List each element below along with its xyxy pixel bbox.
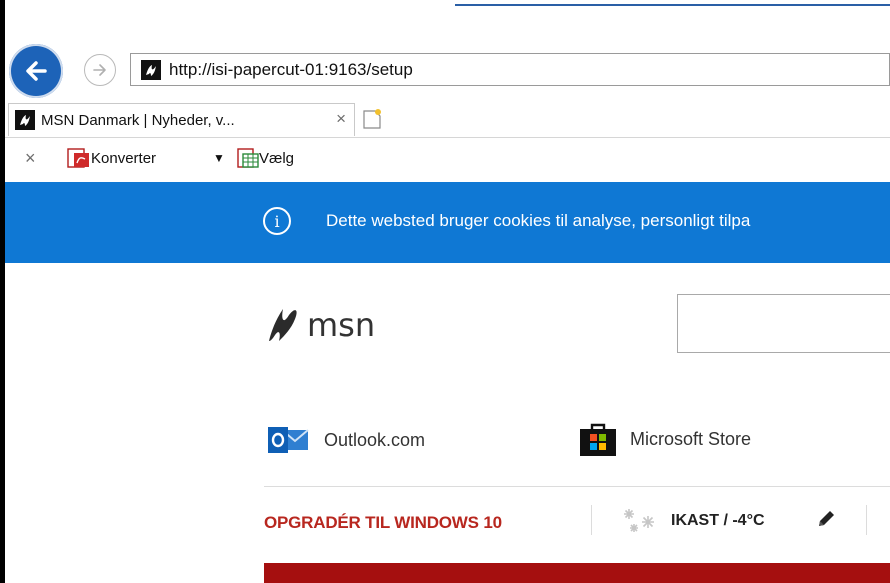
select-grid-icon — [237, 148, 259, 168]
forward-button[interactable] — [84, 54, 116, 86]
msn-logo-text: msn — [307, 306, 376, 344]
separator — [591, 505, 592, 535]
msn-favicon-icon — [15, 110, 35, 130]
info-icon: i — [263, 207, 291, 235]
tab-strip: MSN Danmark | Nyheder, v... × — [5, 101, 890, 138]
microsoft-store-link-label: Microsoft Store — [630, 428, 752, 449]
separator — [866, 505, 867, 535]
top-accent-line — [455, 4, 890, 6]
stop-icon[interactable]: × — [25, 148, 36, 169]
tab-title: MSN Danmark | Nyheder, v... — [41, 111, 235, 129]
edit-pencil-icon[interactable] — [815, 508, 837, 530]
outlook-link[interactable]: Outlook.com — [268, 424, 425, 456]
convert-label: Konverter — [91, 149, 157, 167]
tab-msn[interactable]: MSN Danmark | Nyheder, v... × — [8, 103, 355, 136]
msn-logo[interactable]: msn — [265, 305, 375, 345]
msn-butterfly-icon — [269, 309, 297, 341]
arrow-right-icon — [93, 64, 106, 76]
navigation-bar: http://isi-papercut-01:9163/setup — [5, 44, 890, 98]
arrow-left-icon — [26, 61, 47, 81]
select-label: Vælg — [259, 149, 295, 167]
tab-close-icon[interactable]: × — [336, 109, 346, 129]
outlook-link-label: Outlook.com — [324, 429, 426, 450]
select-button[interactable]: Vælg — [237, 147, 294, 169]
upgrade-windows-link[interactable]: OPGRADÉR TIL WINDOWS 10 — [264, 513, 502, 533]
promo-banner[interactable] — [264, 563, 890, 583]
outlook-icon — [268, 427, 309, 453]
microsoft-store-icon — [580, 423, 616, 456]
command-bar: × Konverter ▼ Vælg — [5, 139, 890, 182]
back-button[interactable] — [9, 44, 63, 98]
microsoft-store-link[interactable]: Microsoft Store — [578, 421, 751, 457]
cookie-banner-text: Dette websted bruger cookies til analyse… — [326, 211, 751, 230]
convert-dropdown-icon[interactable]: ▼ — [213, 151, 225, 165]
address-bar[interactable]: http://isi-papercut-01:9163/setup — [130, 53, 890, 86]
cookie-banner: i Dette websted bruger cookies til analy… — [5, 182, 890, 263]
top-window-strip — [5, 0, 890, 8]
new-tab-icon — [363, 109, 381, 129]
pdf-convert-icon — [67, 148, 89, 168]
convert-button[interactable]: Konverter — [67, 147, 156, 169]
weather-location-temperature[interactable]: IKAST / -4°C — [671, 512, 765, 530]
address-url[interactable]: http://isi-papercut-01:9163/setup — [169, 60, 413, 80]
section-divider — [264, 486, 890, 487]
snow-weather-icon — [624, 509, 654, 532]
msn-favicon-icon — [141, 59, 161, 80]
search-input[interactable] — [677, 294, 890, 353]
new-tab-button[interactable] — [359, 106, 385, 132]
